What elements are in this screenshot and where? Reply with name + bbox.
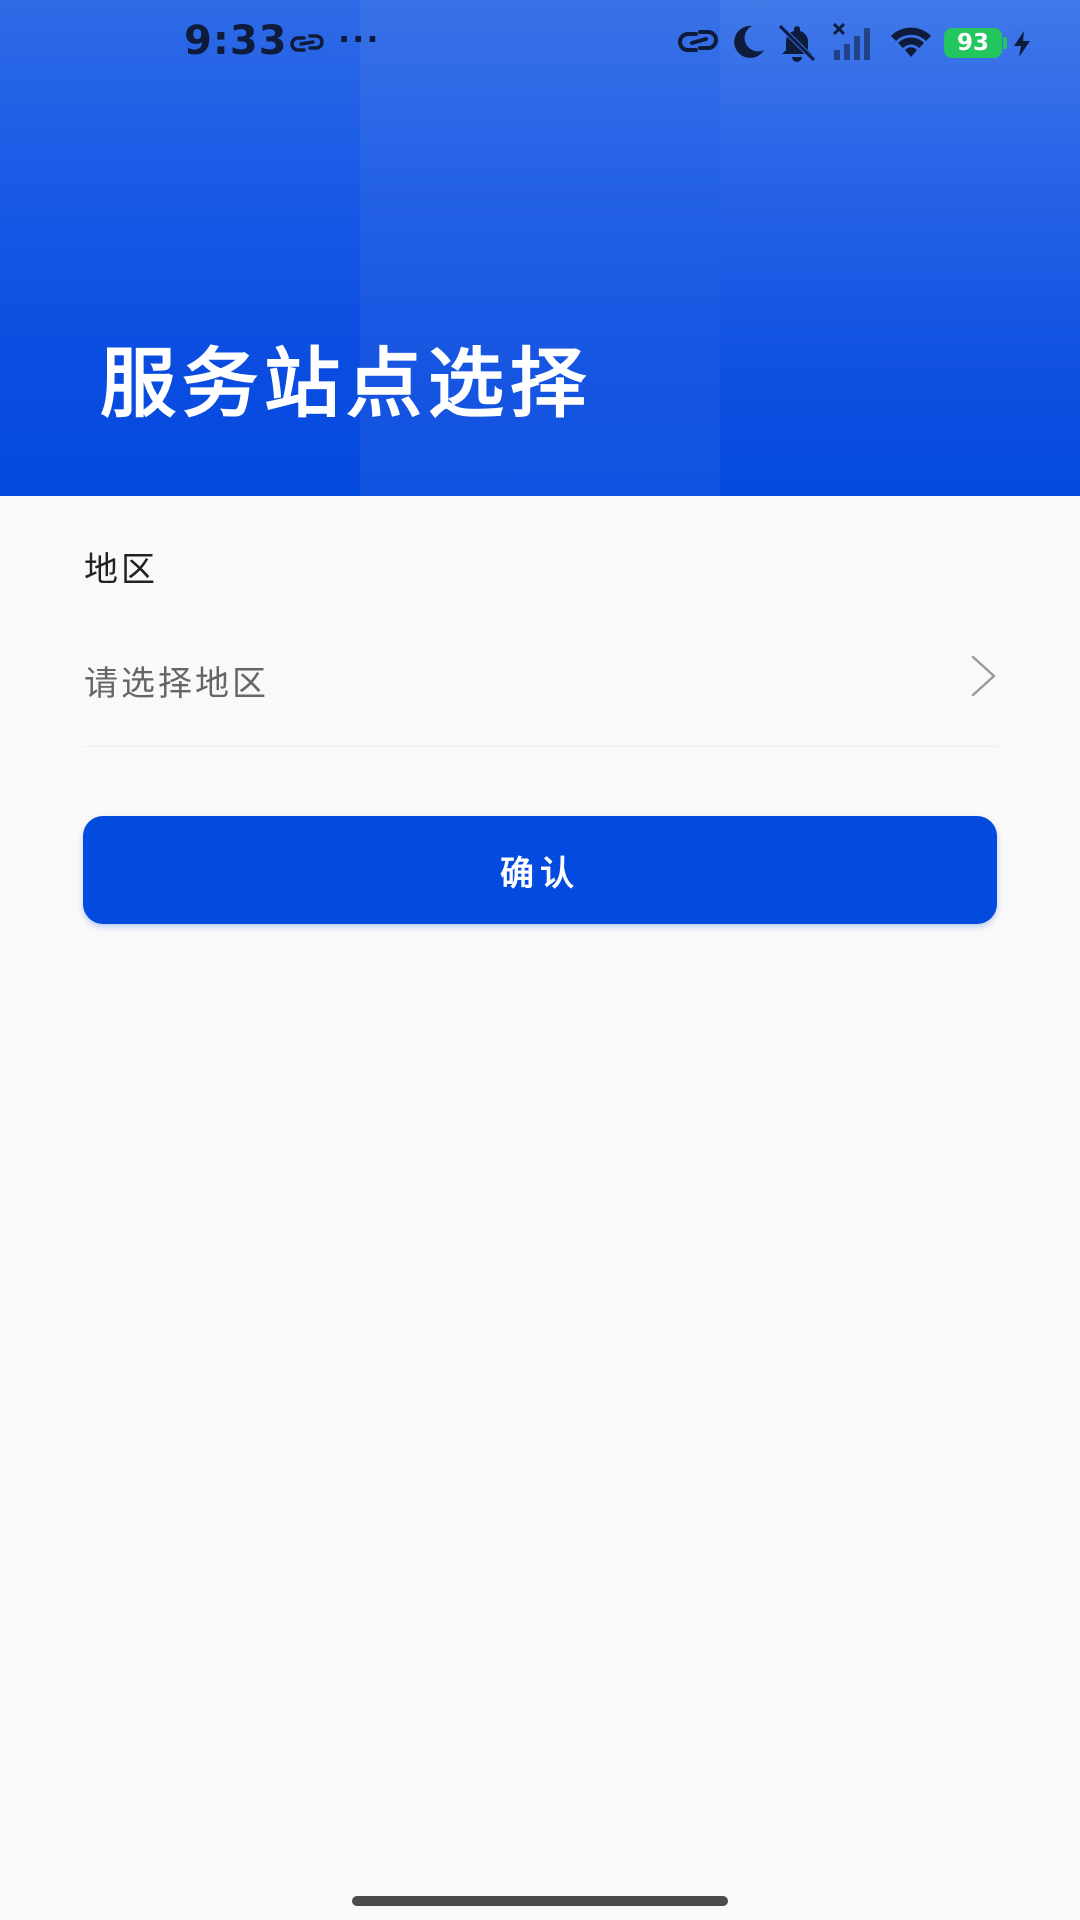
page-title: 服务站点选择 (100, 339, 592, 428)
status-time: 9:33 (184, 18, 288, 64)
region-label: 地区 (84, 550, 158, 590)
battery-cap (1003, 37, 1007, 49)
battery-icon: 93 (944, 28, 1002, 58)
link-icon (676, 22, 720, 66)
chevron-right-icon (968, 654, 998, 702)
header-banner: 9:33 ··· 93 服务站点选择 (0, 0, 1080, 496)
moon-icon (728, 22, 768, 66)
signal-icon (832, 22, 876, 66)
charging-icon (1012, 30, 1032, 62)
link-icon (288, 30, 326, 60)
confirm-button[interactable]: 确认 (83, 816, 997, 924)
home-indicator[interactable] (352, 1896, 728, 1906)
more-dots-icon: ··· (338, 20, 381, 58)
wifi-icon (888, 22, 934, 66)
status-bar: 9:33 ··· 93 (0, 0, 1080, 86)
region-placeholder: 请选择地区 (84, 664, 269, 704)
region-selector[interactable]: 请选择地区 (84, 630, 998, 747)
mute-icon (774, 22, 820, 66)
